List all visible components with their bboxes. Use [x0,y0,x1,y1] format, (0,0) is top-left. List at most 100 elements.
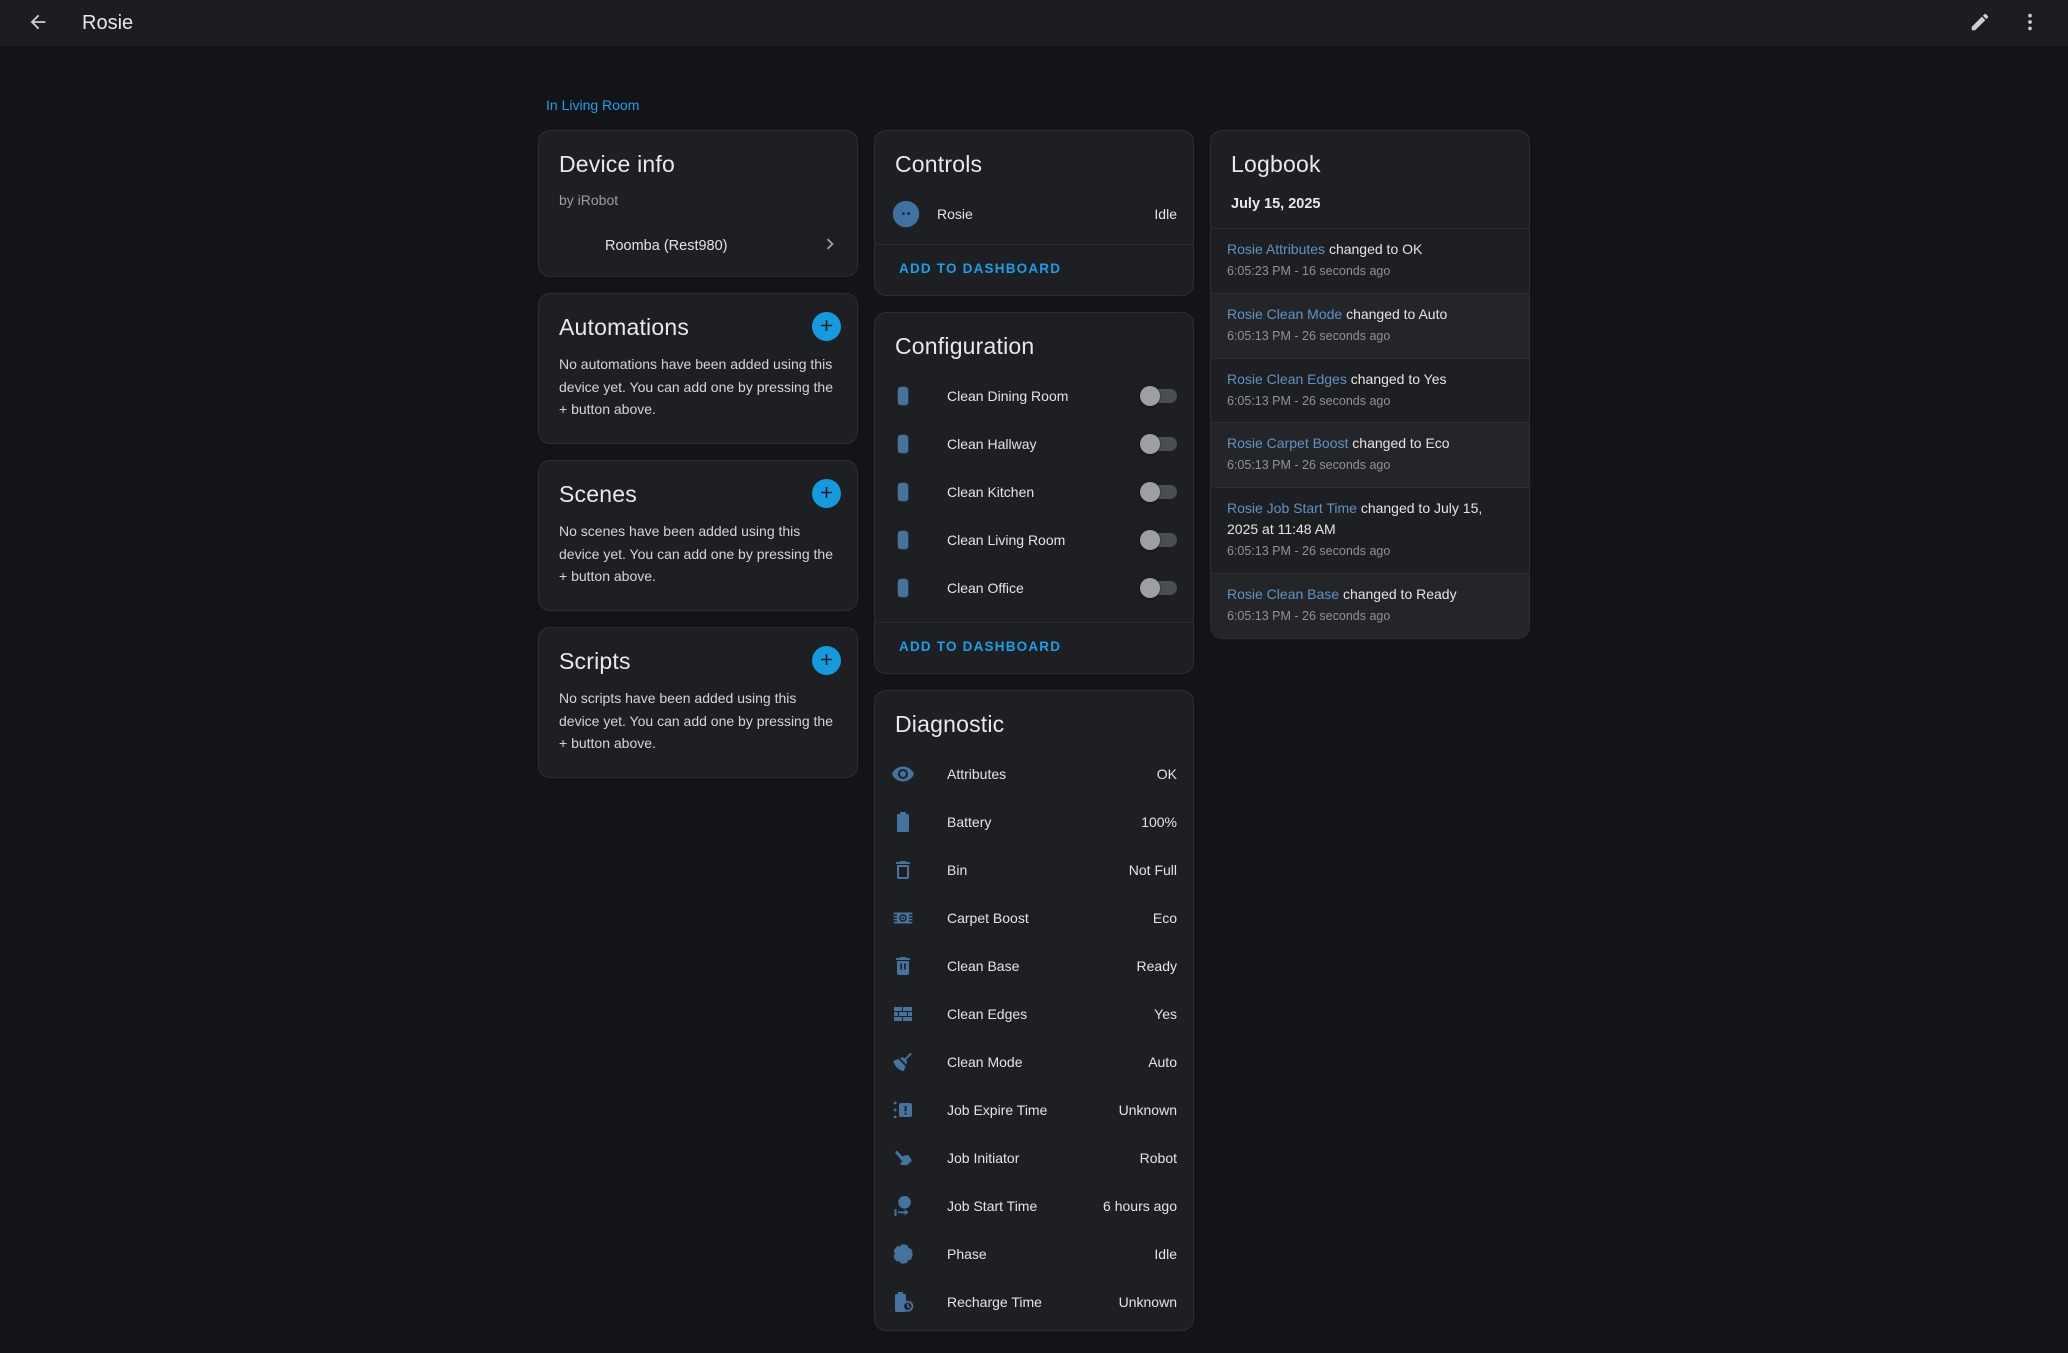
entity-name: Recharge Time [931,1294,1119,1310]
scripts-card: Scripts No scripts have been added using… [538,627,858,778]
entity-row-rosie[interactable]: Rosie Idle [875,190,1193,238]
config-row-clean-office[interactable]: Clean Office [875,564,1193,612]
diag-row-clean-edges[interactable]: Clean Edges Yes [875,990,1193,1038]
scenes-card: Scenes No scenes have been added using t… [538,460,858,611]
clock-start-icon [891,1194,931,1218]
diag-row-phase[interactable]: Phase Idle [875,1230,1193,1278]
plus-icon [817,483,836,505]
scenes-empty-text: No scenes have been added using this dev… [539,508,857,610]
diag-row-bin[interactable]: Bin Not Full [875,846,1193,894]
logbook-message: changed to Auto [1346,306,1447,322]
entity-name: Bin [931,862,1129,878]
eye-icon [891,762,931,786]
logbook-card: Logbook July 15, 2025 Rosie Attributes c… [1210,130,1530,639]
logbook-entity-link[interactable]: Rosie Attributes [1227,241,1325,257]
diag-row-clean-base[interactable]: Clean Base Ready [875,942,1193,990]
device-info-title: Device info [539,131,857,190]
device-manufacturer: by iRobot [539,190,857,208]
add-to-dashboard-link[interactable]: ADD TO DASHBOARD [899,639,1061,654]
toggle-switch[interactable] [1143,485,1177,499]
robot-vacuum-icon [891,199,921,229]
scripts-empty-text: No scripts have been added using this de… [539,675,857,777]
logbook-entry[interactable]: Rosie Attributes changed to OK 6:05:23 P… [1211,228,1529,293]
device-info-card: Device info by iRobot Roomba (Rest980) [538,130,858,277]
toggle-switch[interactable] [1143,389,1177,403]
phase-circle-icon [891,1242,931,1266]
turbocharger-icon [891,906,931,930]
entity-state: Unknown [1119,1102,1177,1118]
logbook-time: 6:05:13 PM - 26 seconds ago [1227,392,1513,411]
config-row-clean-kitchen[interactable]: Clean Kitchen [875,468,1193,516]
logbook-entity-link[interactable]: Rosie Clean Edges [1227,371,1347,387]
logbook-entity-link[interactable]: Rosie Carpet Boost [1227,435,1348,451]
config-row-clean-dining-room[interactable]: Clean Dining Room [875,372,1193,420]
chevron-right-icon [819,233,841,260]
toggle-switch[interactable] [1143,533,1177,547]
plus-icon [817,650,836,672]
pencil-icon [1969,11,1991,36]
entity-name: Clean Dining Room [931,388,1131,404]
diag-row-recharge-time[interactable]: Recharge Time Unknown [875,1278,1193,1326]
arrow-left-icon [27,11,49,36]
entity-state: Idle [1154,1246,1177,1262]
entity-state: Yes [1154,1006,1177,1022]
logbook-entry[interactable]: Rosie Carpet Boost changed to Eco 6:05:1… [1211,422,1529,487]
back-button[interactable] [20,5,56,41]
logbook-entity-link[interactable]: Rosie Clean Base [1227,586,1339,602]
entity-name: Clean Mode [931,1054,1148,1070]
controls-title: Controls [875,131,1193,190]
area-link[interactable]: In Living Room [546,96,639,114]
toggle-switch-icon [891,432,931,456]
logbook-entity-link[interactable]: Rosie Clean Mode [1227,306,1342,322]
entity-name: Clean Hallway [931,436,1131,452]
config-row-clean-hallway[interactable]: Clean Hallway [875,420,1193,468]
logbook-message: changed to Eco [1352,435,1449,451]
plus-icon [817,316,836,338]
entity-state: 6 hours ago [1103,1198,1177,1214]
app-header: Rosie [0,0,2068,46]
logbook-message: changed to Ready [1343,586,1457,602]
logbook-entry[interactable]: Rosie Job Start Time changed to July 15,… [1211,487,1529,573]
diag-row-job-expire-time[interactable]: Job Expire Time Unknown [875,1086,1193,1134]
entity-state: OK [1157,766,1177,782]
add-to-dashboard-link[interactable]: ADD TO DASHBOARD [899,261,1061,276]
diag-row-attributes[interactable]: Attributes OK [875,750,1193,798]
add-automation-button[interactable] [812,312,841,341]
diag-row-clean-mode[interactable]: Clean Mode Auto [875,1038,1193,1086]
diag-row-battery[interactable]: Battery 100% [875,798,1193,846]
hand-pointer-icon [891,1146,931,1170]
logbook-time: 6:05:23 PM - 16 seconds ago [1227,262,1513,281]
entity-state: 100% [1141,814,1177,830]
logbook-time: 6:05:13 PM - 26 seconds ago [1227,542,1513,561]
battery-clock-icon [891,1290,931,1314]
automations-empty-text: No automations have been added using thi… [539,341,857,443]
diag-row-job-start-time[interactable]: Job Start Time 6 hours ago [875,1182,1193,1230]
logbook-message: changed to OK [1329,241,1422,257]
timeline-alert-icon [891,1098,931,1122]
entity-state: Robot [1140,1150,1177,1166]
toggle-switch[interactable] [1143,437,1177,451]
entity-name: Clean Edges [931,1006,1154,1022]
via-device-row[interactable]: Roomba (Rest980) [539,222,851,270]
add-scene-button[interactable] [812,479,841,508]
add-script-button[interactable] [812,646,841,675]
edit-button[interactable] [1962,5,1998,41]
entity-name: Clean Living Room [931,532,1131,548]
configuration-card: Configuration Clean Dining Room Clean Ha… [874,312,1194,674]
diagnostic-title: Diagnostic [875,691,1193,750]
controls-card: Controls Rosie Idle ADD TO DASHBOARD [874,130,1194,296]
diag-row-job-initiator[interactable]: Job Initiator Robot [875,1134,1193,1182]
logbook-entry[interactable]: Rosie Clean Mode changed to Auto 6:05:13… [1211,293,1529,358]
scripts-title: Scripts [559,646,631,675]
logbook-entry[interactable]: Rosie Clean Edges changed to Yes 6:05:13… [1211,358,1529,423]
logbook-entry[interactable]: Rosie Clean Base changed to Ready 6:05:1… [1211,573,1529,638]
logbook-entity-link[interactable]: Rosie Job Start Time [1227,500,1357,516]
toggle-switch[interactable] [1143,581,1177,595]
toggle-switch-icon [891,576,931,600]
via-device-label: Roomba (Rest980) [605,238,819,254]
diag-row-carpet-boost[interactable]: Carpet Boost Eco [875,894,1193,942]
config-row-clean-living-room[interactable]: Clean Living Room [875,516,1193,564]
logbook-time: 6:05:13 PM - 26 seconds ago [1227,327,1513,346]
page-title: Rosie [82,12,133,35]
overflow-menu-button[interactable] [2012,5,2048,41]
